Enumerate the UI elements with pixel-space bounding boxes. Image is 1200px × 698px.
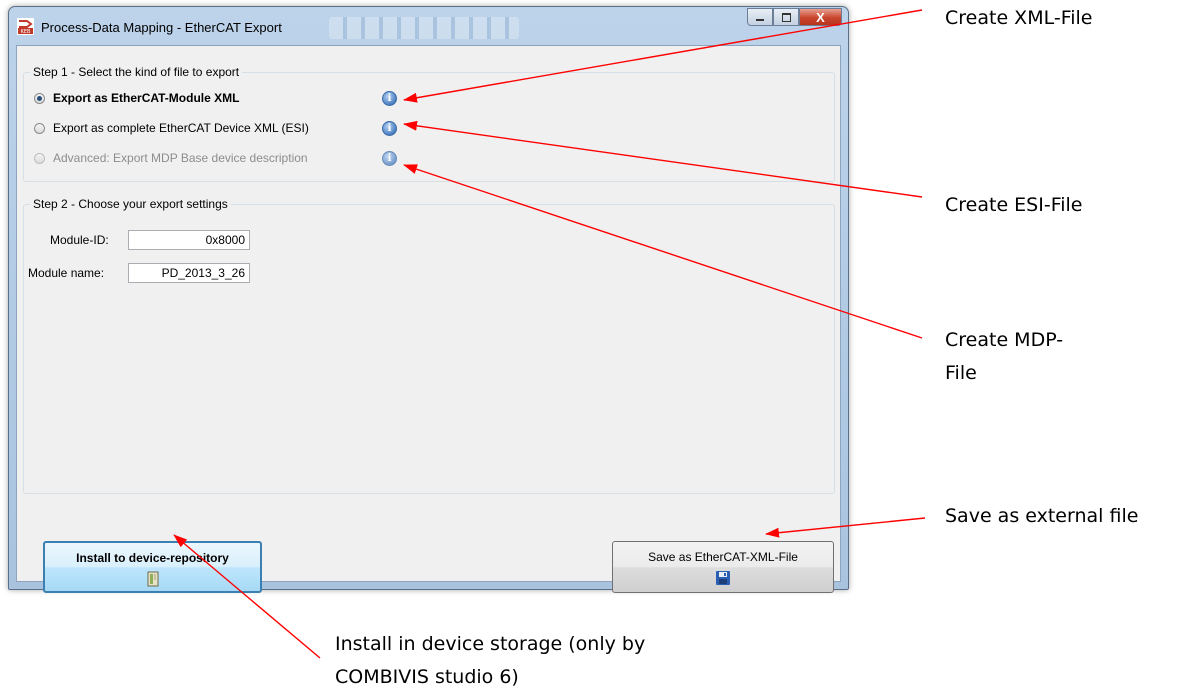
annotation-esi-file: Create ESI-File	[945, 194, 1083, 216]
annotation-mdp-file: Create MDP- File	[945, 324, 1063, 390]
annotation-install-line1: Install in device storage (only by	[335, 633, 646, 655]
annotation-install-line2: COMBIVIS studio 6)	[335, 666, 519, 688]
arrow-install	[173, 534, 321, 659]
arrow-external-file	[765, 517, 926, 538]
annotation-external-file: Save as external file	[945, 505, 1139, 527]
arrow-mdp-file	[403, 164, 923, 339]
annotation-mdp-line1: Create MDP-	[945, 329, 1064, 351]
arrow-esi-file	[403, 120, 923, 198]
annotation-xml-file: Create XML-File	[945, 7, 1093, 29]
annotation-install: Install in device storage (only by COMBI…	[335, 628, 645, 694]
annotation-mdp-line2: File	[945, 362, 977, 384]
arrow-xml-file	[403, 9, 923, 103]
